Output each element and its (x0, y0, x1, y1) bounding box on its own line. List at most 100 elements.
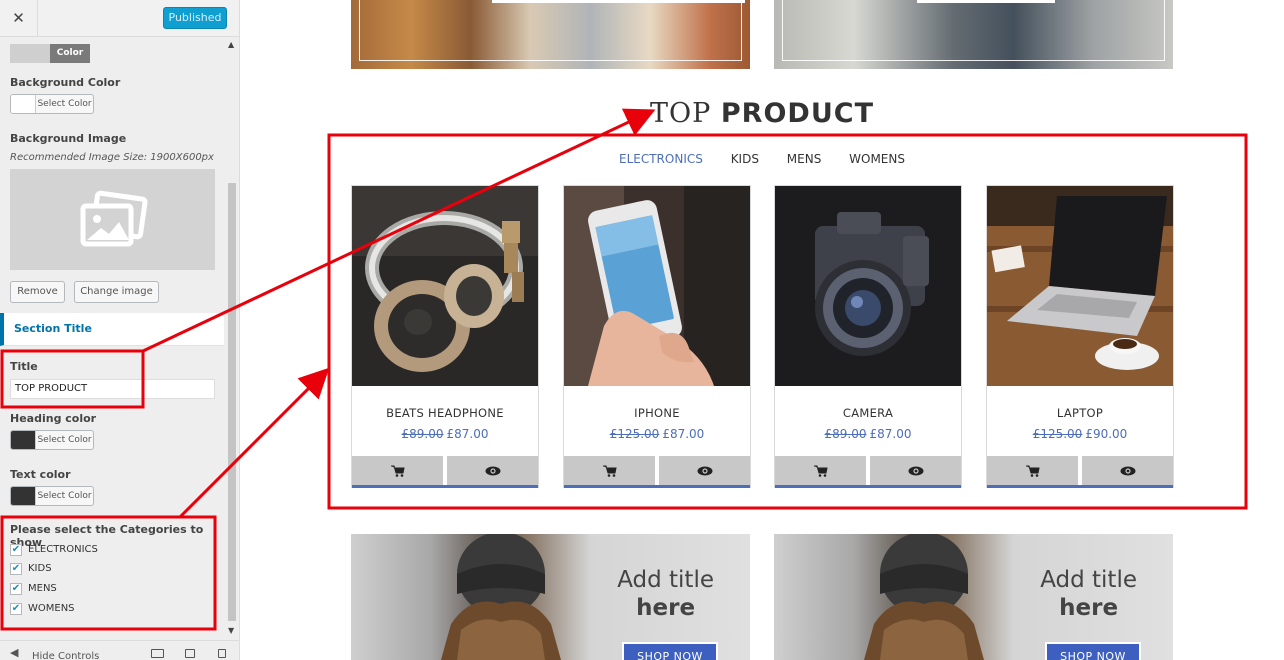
product-name[interactable]: BEATS HEADPHONE (352, 406, 538, 420)
add-to-cart-button[interactable] (352, 456, 443, 485)
sale-price: £87.00 (869, 427, 912, 441)
card-accent-bar (775, 485, 961, 488)
laptop-image[interactable] (987, 186, 1173, 386)
scroll-up-icon[interactable]: ▲ (228, 40, 234, 49)
background-color-label: Background Color (10, 76, 121, 89)
text-color-label: Text color (10, 468, 71, 481)
section-heading-light: TOP (649, 98, 712, 129)
eye-icon (1120, 466, 1135, 475)
camera-image[interactable] (775, 186, 961, 386)
hide-controls-button[interactable]: Hide Controls (32, 651, 99, 660)
shop-now-button[interactable]: SHOP NOW (622, 642, 718, 660)
card-accent-bar (564, 485, 750, 488)
select-color-label: Select Color (37, 435, 92, 445)
promo-title-line1: Add title (617, 567, 714, 593)
eye-icon (908, 466, 923, 475)
product-name[interactable]: CAMERA (775, 406, 961, 420)
quick-view-button[interactable] (870, 456, 961, 485)
mobile-preview-icon[interactable] (218, 649, 226, 658)
category-label: MENS (28, 583, 57, 594)
heading-color-label: Heading color (10, 412, 97, 425)
background-color-swatch (11, 95, 36, 113)
product-card[interactable]: BEATS HEADPHONE £89.00 £87.00 (351, 185, 539, 488)
background-image-preview[interactable] (10, 169, 215, 270)
top-banner-left[interactable] (351, 0, 750, 69)
customizer-header: ✕ Published (0, 0, 239, 37)
promo-photo (441, 534, 561, 660)
quick-view-button[interactable] (659, 456, 750, 485)
image-placeholder-icon (80, 190, 148, 246)
product-price: £89.00 £87.00 (775, 427, 961, 441)
cart-icon (602, 465, 617, 477)
checkbox-checked-icon[interactable]: ✔ (10, 583, 22, 595)
tab-womens[interactable]: WOMENS (849, 152, 905, 166)
tablet-preview-icon[interactable] (185, 649, 195, 658)
heading-color-swatch (11, 431, 36, 449)
top-banner-right[interactable] (774, 0, 1173, 69)
shop-now-button[interactable]: SHOP NOW (1045, 642, 1141, 660)
category-tabs: ELECTRONICS KIDS MENS WOMENS (240, 152, 1284, 166)
desktop-preview-icon[interactable] (151, 649, 164, 658)
close-button[interactable]: ✕ (0, 0, 38, 37)
product-name[interactable]: LAPTOP (987, 406, 1173, 420)
section-heading-bold: PRODUCT (720, 98, 874, 129)
section-title-heading: Section Title (14, 322, 92, 335)
promo-title-line1: Add title (1040, 567, 1137, 593)
color-tab-toggle[interactable]: Color (10, 44, 90, 63)
section-title-panel[interactable]: Section Title (0, 313, 224, 346)
promo-title: Add title here (1040, 566, 1137, 622)
title-field-label: Title (10, 360, 38, 373)
scroll-down-icon[interactable]: ▼ (228, 626, 234, 635)
sale-price: £90.00 (1085, 427, 1128, 441)
section-heading: TOP PRODUCT (240, 98, 1284, 129)
quick-view-button[interactable] (447, 456, 538, 485)
published-button[interactable]: Published (163, 7, 227, 29)
promo-banner-right[interactable]: Add title here SHOP NOW (774, 534, 1173, 660)
add-to-cart-button[interactable] (775, 456, 866, 485)
hide-controls-icon[interactable]: ◀ (10, 646, 18, 659)
product-actions (564, 456, 750, 485)
headphone-image[interactable] (352, 186, 538, 386)
tab-mens[interactable]: MENS (787, 152, 822, 166)
select-color-label: Select Color (37, 491, 92, 501)
product-price: £125.00 £87.00 (564, 427, 750, 441)
product-actions (775, 456, 961, 485)
customizer-footer: ◀ Hide Controls (0, 640, 239, 660)
product-name[interactable]: IPHONE (564, 406, 750, 420)
add-to-cart-button[interactable] (564, 456, 655, 485)
change-image-button[interactable]: Change image (74, 281, 159, 303)
tab-kids[interactable]: KIDS (731, 152, 759, 166)
checkbox-checked-icon[interactable]: ✔ (10, 563, 22, 575)
heading-color-picker[interactable]: Select Color (10, 430, 94, 450)
card-accent-bar (352, 485, 538, 488)
promo-banner-left[interactable]: Add title here SHOP NOW (351, 534, 750, 660)
product-price: £125.00 £90.00 (987, 427, 1173, 441)
background-color-picker[interactable]: Select Color (10, 94, 94, 114)
phone-image[interactable] (564, 186, 750, 386)
category-label: KIDS (28, 563, 52, 574)
product-card[interactable]: LAPTOP £125.00 £90.00 (986, 185, 1174, 488)
product-card[interactable]: IPHONE £125.00 £87.00 (563, 185, 751, 488)
product-price: £89.00 £87.00 (352, 427, 538, 441)
old-price: £125.00 (1032, 427, 1083, 441)
site-preview: TOP PRODUCT ELECTRONICS KIDS MENS WOMENS (240, 0, 1284, 660)
customizer-sidebar: ✕ Published ▲ ▼ Color Background Color S… (0, 0, 240, 660)
quick-view-button[interactable] (1082, 456, 1173, 485)
text-color-picker[interactable]: Select Color (10, 486, 94, 506)
cart-icon (390, 465, 405, 477)
remove-image-button[interactable]: Remove (10, 281, 65, 303)
checkbox-checked-icon[interactable]: ✔ (10, 603, 22, 615)
cart-icon (1025, 465, 1040, 477)
select-color-label: Select Color (37, 99, 92, 109)
checkbox-checked-icon[interactable]: ✔ (10, 544, 22, 556)
title-input[interactable]: TOP PRODUCT (10, 379, 215, 399)
promo-title: Add title here (617, 566, 714, 622)
scroll-thumb[interactable] (228, 183, 236, 621)
close-icon: ✕ (12, 9, 25, 27)
add-to-cart-button[interactable] (987, 456, 1078, 485)
product-card[interactable]: CAMERA £89.00 £87.00 (774, 185, 962, 488)
cart-icon (813, 465, 828, 477)
card-accent-bar (987, 485, 1173, 488)
old-price: £125.00 (609, 427, 660, 441)
tab-electronics[interactable]: ELECTRONICS (619, 152, 703, 166)
